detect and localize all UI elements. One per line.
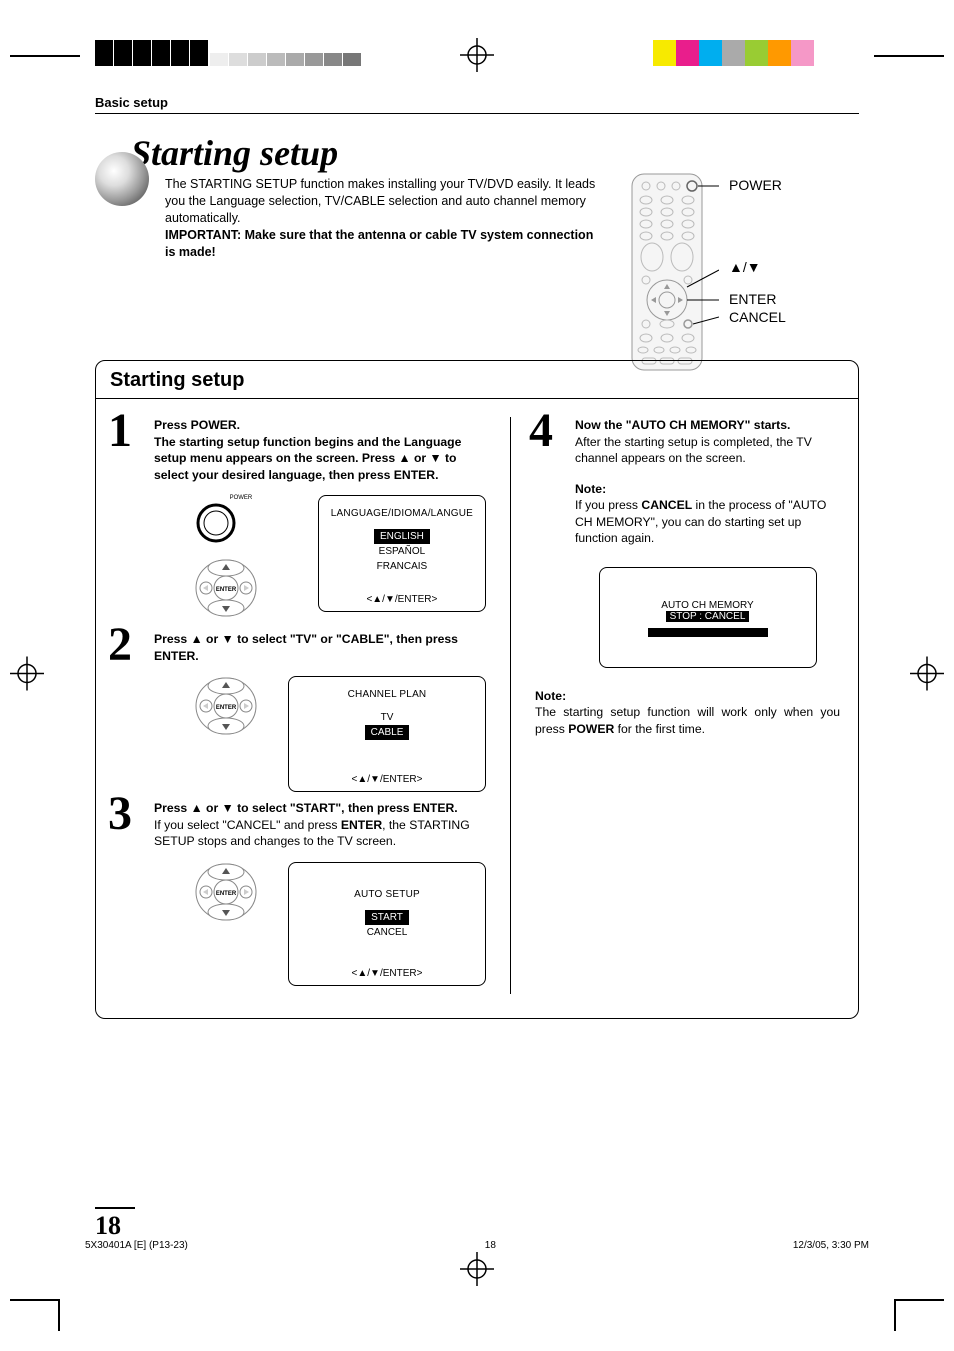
black-swatches	[95, 40, 209, 66]
osd-option-selected: START	[365, 910, 409, 925]
registration-mark-left-icon	[10, 656, 44, 695]
column-divider	[510, 417, 511, 993]
step-number: 4	[529, 407, 553, 455]
osd-option: TV	[381, 712, 394, 723]
progress-bar-icon	[648, 628, 768, 637]
osd-channel-plan: CHANNEL PLAN TV CABLE <▲/▼/ENTER>	[288, 676, 486, 792]
osd-auto-setup: AUTO SETUP START CANCEL <▲/▼/ENTER>	[288, 862, 486, 986]
gray-swatches	[210, 53, 362, 66]
osd-title: AUTO SETUP	[297, 889, 477, 900]
remote-diagram: POWER ▲/▼ ENTER CANCEL	[624, 172, 859, 377]
sphere-decoration-icon	[95, 152, 149, 206]
note-pre: If you press	[575, 498, 641, 512]
power-button-icon	[194, 501, 238, 545]
step-3-body-bold: ENTER	[341, 818, 382, 832]
color-swatches	[653, 40, 814, 66]
step-2: 2 Press ▲ or ▼ to select "TV" or "CABLE"…	[114, 631, 486, 792]
osd-line1: AUTO CH MEMORY	[608, 600, 808, 611]
osd-option: ESPAÑOL	[379, 546, 426, 557]
step-1-body: The starting setup function begins and t…	[154, 435, 461, 482]
dpad-icon: ENTER	[194, 862, 258, 922]
footer-meta: 5X30401A [E] (P13-23) 18 12/3/05, 3:30 P…	[85, 1240, 869, 1251]
svg-text:ENTER: ENTER	[216, 891, 237, 897]
svg-text:ENTER: ENTER	[216, 587, 237, 593]
osd-title: CHANNEL PLAN	[297, 689, 477, 700]
svg-text:ENTER: ENTER	[216, 705, 237, 711]
osd-language: LANGUAGE/IDIOMA/LANGUE ENGLISH ESPAÑOL F…	[318, 495, 486, 612]
section-heading: Basic setup	[95, 95, 859, 114]
step-3-head: Press ▲ or ▼ to select "START", then pre…	[154, 801, 458, 815]
note-label: Note:	[575, 482, 606, 496]
step-number: 3	[108, 790, 132, 838]
registration-mark-right-icon	[910, 656, 944, 695]
footer-center: 18	[485, 1240, 496, 1251]
registration-mark-icon	[460, 38, 494, 72]
steps-col-left: 1 Press POWER. The starting setup functi…	[114, 417, 486, 993]
osd-footer: <▲/▼/ENTER>	[297, 968, 477, 979]
intro-text: The STARTING SETUP function makes instal…	[165, 177, 595, 225]
step-1: 1 Press POWER. The starting setup functi…	[114, 417, 486, 623]
step-1-head: Press POWER.	[154, 418, 240, 432]
step-4-body: After the starting setup is completed, t…	[575, 435, 812, 465]
step-number: 2	[108, 621, 132, 669]
note-bold: CANCEL	[641, 498, 692, 512]
outer-note-post: for the first time.	[614, 722, 705, 736]
crop-mark-br-icon	[884, 1271, 944, 1331]
dpad-icon: ENTER	[194, 676, 258, 736]
remote-label-enter: ENTER	[729, 292, 776, 307]
step-4-head: Now the "AUTO CH MEMORY" starts.	[575, 418, 790, 432]
remote-buttons-icon: POWER	[194, 495, 288, 623]
step-2-head: Press ▲ or ▼ to select "TV" or "CABLE", …	[154, 632, 458, 662]
osd-option-selected: ENGLISH	[374, 529, 430, 544]
steps-col-right: 4 Now the "AUTO CH MEMORY" starts. After…	[535, 417, 840, 993]
remote-label-power: POWER	[729, 178, 782, 193]
osd-footer: <▲/▼/ENTER>	[327, 594, 477, 605]
osd-title: LANGUAGE/IDIOMA/LANGUE	[327, 508, 477, 519]
important-note: IMPORTANT: Make sure that the antenna or…	[165, 228, 593, 259]
registration-mark-bottom-icon	[460, 1252, 494, 1291]
crop-mark-bl-icon	[10, 1271, 70, 1331]
step-number: 1	[108, 407, 132, 455]
osd-footer: <▲/▼/ENTER>	[297, 774, 477, 785]
hero-block: Starting setup The STARTING SETUP functi…	[95, 132, 859, 260]
step-3: 3 Press ▲ or ▼ to select "START", then p…	[114, 800, 486, 985]
step-3-body-pre: If you select "CANCEL" and press	[154, 818, 341, 832]
step-4: 4 Now the "AUTO CH MEMORY" starts. After…	[535, 417, 840, 667]
page-number: 18	[95, 1207, 135, 1241]
outer-note-bold: POWER	[568, 722, 614, 736]
osd-option-selected: CABLE	[365, 725, 410, 740]
remote-label-updown: ▲/▼	[729, 260, 761, 275]
dpad-icon: ENTER	[194, 558, 258, 618]
osd-option: CANCEL	[367, 927, 408, 938]
panel-title: Starting setup	[95, 360, 859, 399]
outer-note: Note: The starting setup function will w…	[535, 688, 840, 737]
footer-left: 5X30401A [E] (P13-23)	[85, 1240, 188, 1251]
footer-right: 12/3/05, 3:30 PM	[793, 1240, 869, 1251]
osd-option: FRANCAIS	[377, 561, 428, 572]
osd-auto-ch-memory: AUTO CH MEMORY STOP : CANCEL	[599, 567, 817, 668]
registration-bar	[10, 40, 944, 70]
remote-label-cancel: CANCEL	[729, 310, 786, 325]
page-title: Starting setup	[131, 132, 859, 174]
remote-icon	[624, 172, 719, 372]
outer-note-label: Note:	[535, 689, 566, 703]
osd-line2: STOP : CANCEL	[666, 611, 750, 622]
